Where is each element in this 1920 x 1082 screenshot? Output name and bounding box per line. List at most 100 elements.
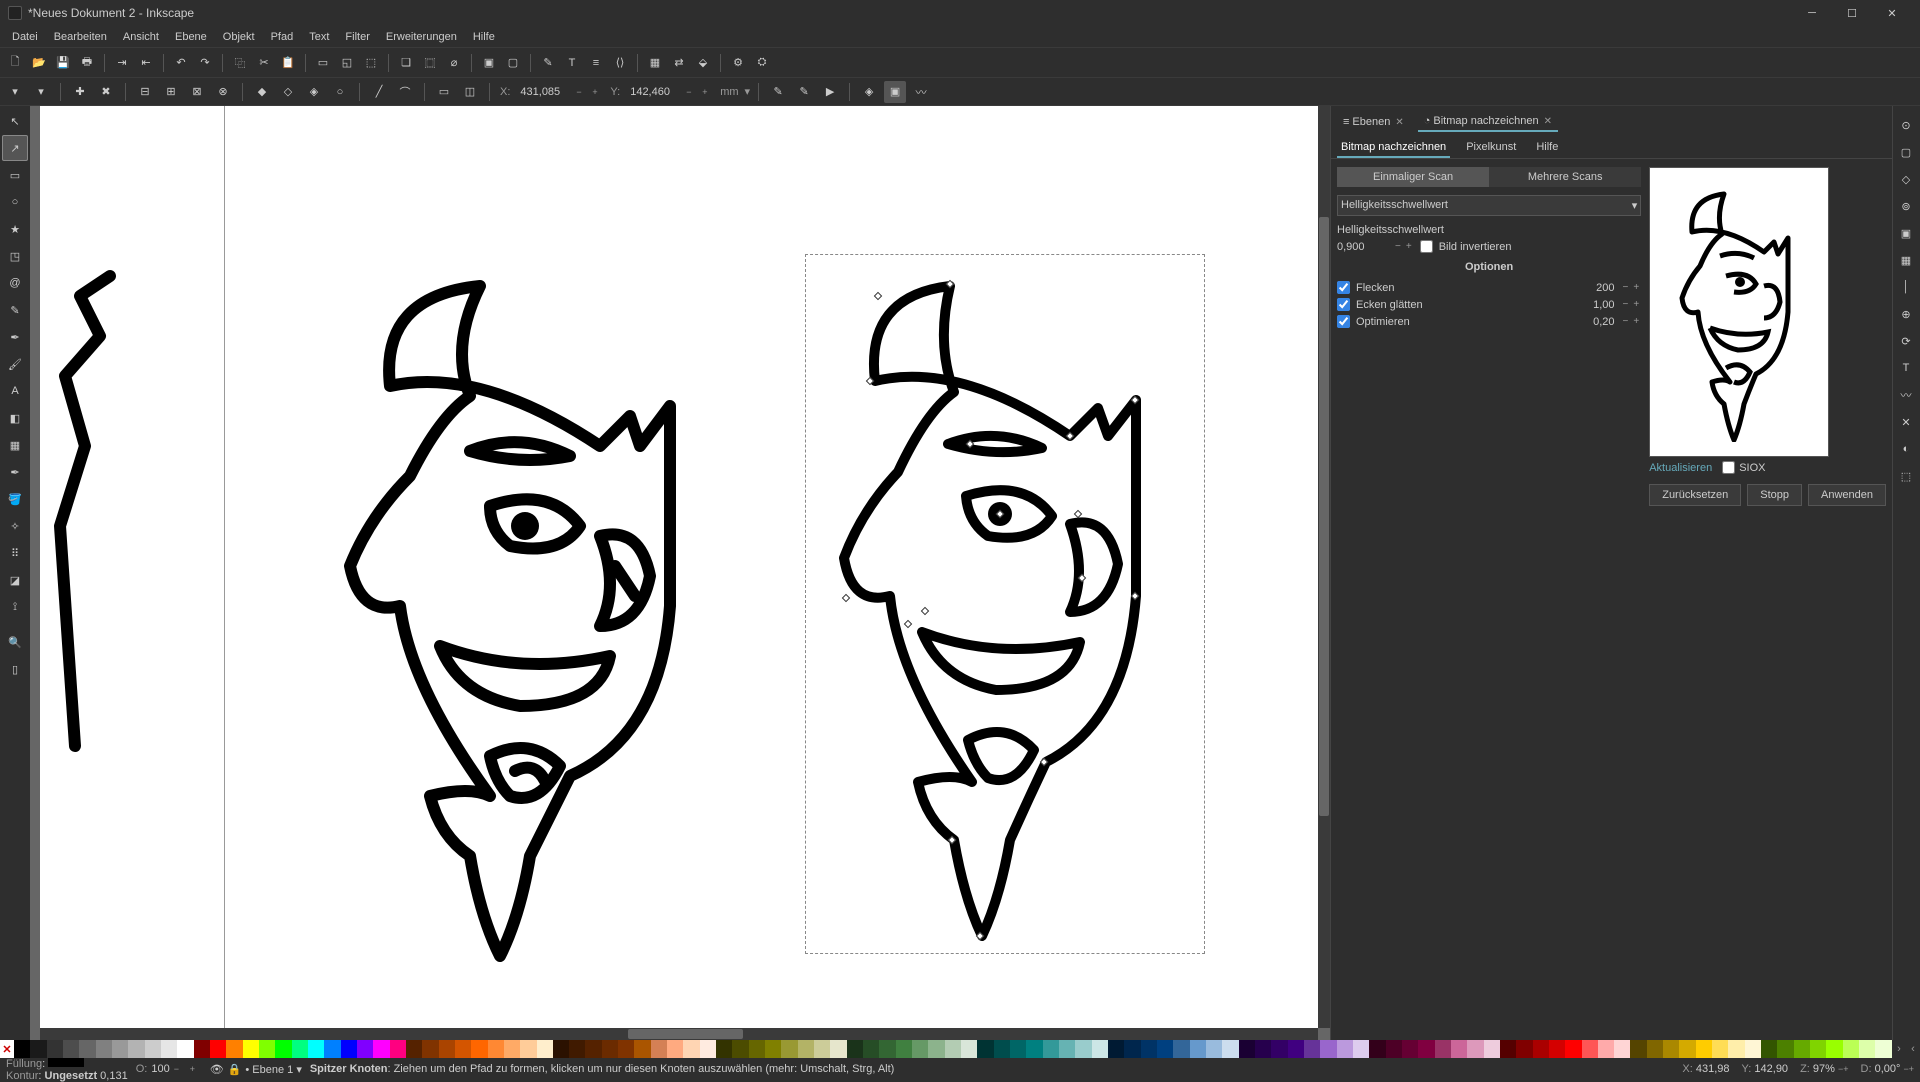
rotation-input[interactable]: 0,00° xyxy=(1875,1063,1901,1075)
layer-visibility-icon[interactable]: 👁 xyxy=(210,1063,224,1076)
zoom-input[interactable]: 97% xyxy=(1813,1063,1835,1075)
vertical-scrollbar[interactable] xyxy=(1318,106,1330,1028)
save-icon[interactable]: 💾 xyxy=(52,52,74,74)
copy-icon[interactable]: ⿻ xyxy=(229,52,251,74)
ellipse-tool-icon[interactable]: ○ xyxy=(2,189,28,215)
x-inc-icon[interactable]: + xyxy=(592,87,604,97)
align-icon[interactable]: ▦ xyxy=(644,52,666,74)
fill-swatch[interactable] xyxy=(48,1057,84,1067)
color-swatch[interactable] xyxy=(79,1040,95,1058)
update-preview-button[interactable]: Aktualisieren xyxy=(1649,462,1712,474)
color-swatch[interactable] xyxy=(14,1040,30,1058)
color-swatch[interactable] xyxy=(390,1040,406,1058)
color-swatch[interactable] xyxy=(1467,1040,1483,1058)
color-swatch[interactable] xyxy=(455,1040,471,1058)
layers-icon[interactable]: ≡ xyxy=(585,52,607,74)
color-swatch[interactable] xyxy=(96,1040,112,1058)
next-path-icon[interactable]: ▶ xyxy=(819,81,841,103)
color-swatch[interactable] xyxy=(1337,1040,1353,1058)
snap-rotation-icon[interactable]: ⟳ xyxy=(1893,328,1919,354)
color-swatch[interactable] xyxy=(226,1040,242,1058)
tweak-tool-icon[interactable]: ✧ xyxy=(2,513,28,539)
color-swatch[interactable] xyxy=(177,1040,193,1058)
join-node-icon[interactable]: ⊞ xyxy=(160,81,182,103)
speckles-checkbox[interactable] xyxy=(1337,281,1350,294)
color-swatch[interactable] xyxy=(145,1040,161,1058)
join-segment-icon[interactable]: ⊠ xyxy=(186,81,208,103)
color-swatch[interactable] xyxy=(863,1040,879,1058)
smooth-input[interactable]: 1,00 xyxy=(1565,299,1615,311)
open-icon[interactable]: 📂 xyxy=(28,52,50,74)
snap-midpoint-icon[interactable]: ◐ xyxy=(1893,436,1919,462)
snap-page-icon[interactable]: ▣ xyxy=(1893,220,1919,246)
tab-trace-bitmap[interactable]: ◔ Bitmap nachzeichnen ✕ xyxy=(1418,112,1558,132)
y-inc-icon[interactable]: + xyxy=(702,87,714,97)
import-icon[interactable]: ⇥ xyxy=(111,52,133,74)
color-swatch[interactable] xyxy=(1092,1040,1108,1058)
canvas[interactable] xyxy=(40,106,1330,1028)
color-swatch[interactable] xyxy=(1843,1040,1859,1058)
menu-file[interactable]: Datei xyxy=(4,29,46,45)
connector-tool-icon[interactable]: ⟟ xyxy=(2,594,28,620)
dec-icon[interactable]: − xyxy=(1621,282,1631,293)
color-swatch[interactable] xyxy=(1386,1040,1402,1058)
mask-edit-icon[interactable]: ✎ xyxy=(793,81,815,103)
color-swatch[interactable] xyxy=(1630,1040,1646,1058)
menu-text[interactable]: Text xyxy=(301,29,337,45)
color-swatch[interactable] xyxy=(1402,1040,1418,1058)
unlink-icon[interactable]: ⌀ xyxy=(443,52,465,74)
snap-node-icon[interactable]: ◇ xyxy=(1893,166,1919,192)
optimize-checkbox[interactable] xyxy=(1337,315,1350,328)
color-swatch[interactable] xyxy=(1353,1040,1369,1058)
text-dialog-icon[interactable]: T xyxy=(561,52,583,74)
color-swatch[interactable] xyxy=(912,1040,928,1058)
color-swatch[interactable] xyxy=(1026,1040,1042,1058)
duplicate-icon[interactable]: ❏ xyxy=(395,52,417,74)
trace-icon[interactable]: ⬙ xyxy=(692,52,714,74)
color-swatch[interactable] xyxy=(1826,1040,1842,1058)
y-coord-input[interactable]: 142,460 xyxy=(626,85,682,99)
color-swatch[interactable] xyxy=(1663,1040,1679,1058)
dec-icon[interactable]: − xyxy=(1393,241,1403,252)
paint-bucket-tool-icon[interactable]: 🪣 xyxy=(2,486,28,512)
spiral-tool-icon[interactable]: @ xyxy=(2,270,28,296)
x-dec-icon[interactable]: − xyxy=(576,87,588,97)
color-swatch[interactable] xyxy=(1810,1040,1826,1058)
x-coord-input[interactable]: 431,085 xyxy=(516,85,572,99)
color-swatch[interactable] xyxy=(553,1040,569,1058)
color-swatch[interactable] xyxy=(1728,1040,1744,1058)
siox-checkbox[interactable] xyxy=(1722,461,1735,474)
color-swatch[interactable] xyxy=(504,1040,520,1058)
reset-button[interactable]: Zurücksetzen xyxy=(1649,484,1741,506)
node-tool-option-icon[interactable]: ▾ xyxy=(4,81,26,103)
color-swatch[interactable] xyxy=(1369,1040,1385,1058)
color-swatch[interactable] xyxy=(928,1040,944,1058)
color-swatch[interactable] xyxy=(1533,1040,1549,1058)
line-segment-icon[interactable]: ╱ xyxy=(368,81,390,103)
inc-icon[interactable]: + xyxy=(1631,282,1641,293)
lpe-tool-icon[interactable]: 🔍 xyxy=(2,629,28,655)
dec-icon[interactable]: − xyxy=(1621,316,1631,327)
inc-icon[interactable]: + xyxy=(1631,316,1641,327)
color-swatch[interactable] xyxy=(275,1040,291,1058)
inc-icon[interactable]: + xyxy=(190,1064,202,1074)
snap-center-icon[interactable]: ⊕ xyxy=(1893,301,1919,327)
paste-icon[interactable]: 📋 xyxy=(277,52,299,74)
spray-tool-icon[interactable]: ⠿ xyxy=(2,540,28,566)
color-swatch[interactable] xyxy=(879,1040,895,1058)
color-swatch[interactable] xyxy=(618,1040,634,1058)
menu-filter[interactable]: Filter xyxy=(337,29,377,45)
color-swatch[interactable] xyxy=(732,1040,748,1058)
close-tab-icon[interactable]: ✕ xyxy=(1544,116,1552,127)
insert-node-icon[interactable]: ✚ xyxy=(69,81,91,103)
show-handles-icon[interactable]: ◈ xyxy=(858,81,880,103)
multi-scan-tab[interactable]: Mehrere Scans xyxy=(1489,167,1641,187)
color-swatch[interactable] xyxy=(1320,1040,1336,1058)
color-swatch[interactable] xyxy=(1761,1040,1777,1058)
color-swatch[interactable] xyxy=(1173,1040,1189,1058)
break-node-icon[interactable]: ⊟ xyxy=(134,81,156,103)
snap-object-icon[interactable]: ⬚ xyxy=(1893,463,1919,489)
color-swatch[interactable] xyxy=(585,1040,601,1058)
color-swatch[interactable] xyxy=(439,1040,455,1058)
layer-selector[interactable]: • Ebene 1 ▾ xyxy=(245,1063,301,1076)
